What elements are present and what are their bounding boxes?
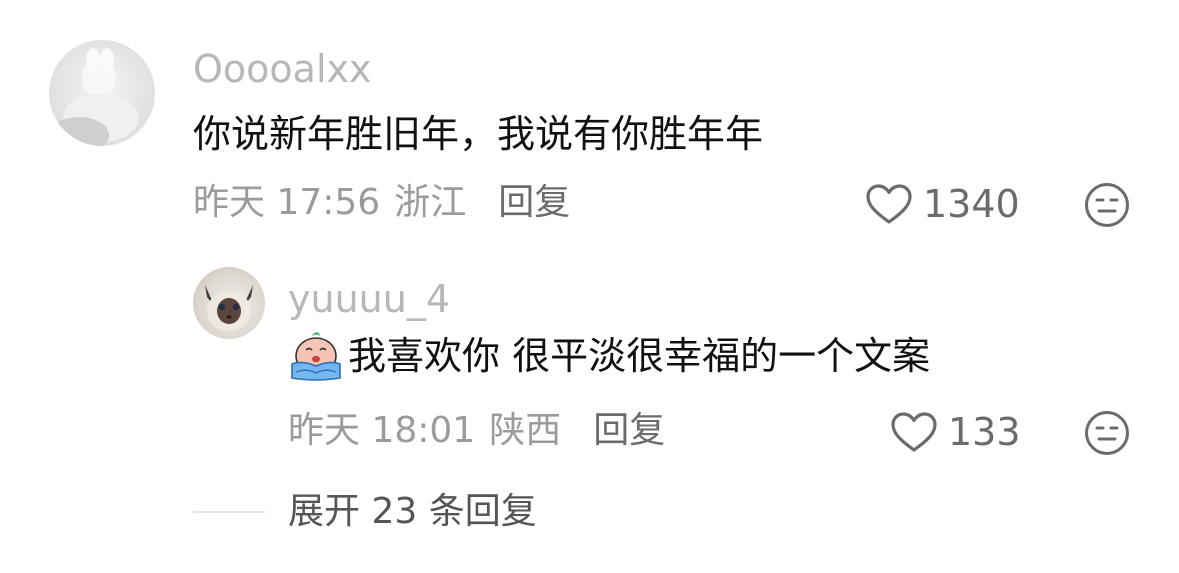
comment-meta: 昨天 17:56 浙江 回复 <box>193 185 570 221</box>
reply-like-button[interactable]: 133 <box>890 411 1021 453</box>
reply-avatar-image <box>205 285 253 331</box>
heart-outline-icon <box>891 412 937 452</box>
like-button[interactable]: 1340 <box>865 183 1020 225</box>
react-button[interactable] <box>1083 181 1131 233</box>
reply-react-button[interactable] <box>1083 409 1131 461</box>
crying-emoji-icon <box>291 332 341 381</box>
avatar-image <box>49 48 139 146</box>
reply-time: 昨天 18:01 <box>288 410 476 451</box>
reply-like-count: 133 <box>948 410 1021 454</box>
meh-face-icon <box>1085 411 1129 455</box>
meh-face-icon <box>1085 183 1129 227</box>
comment-location: 浙江 <box>394 182 467 223</box>
reply-username[interactable]: yuuuu_4 <box>288 280 450 318</box>
expand-divider <box>193 511 265 513</box>
comment-time: 昨天 17:56 <box>193 182 381 223</box>
reply-button[interactable]: 回复 <box>498 185 570 221</box>
reply-text: 我喜欢你 很平淡很幸福的一个文案 <box>348 334 931 378</box>
like-count: 1340 <box>923 182 1020 226</box>
reply-avatar[interactable] <box>193 267 265 339</box>
reply-meta: 昨天 18:01 陕西 回复 <box>288 413 665 449</box>
reply-content: 我喜欢你 很平淡很幸福的一个文案 <box>288 330 930 382</box>
heart-outline-icon <box>866 184 912 224</box>
comment-text: 你说新年胜旧年，我说有你胜年年 <box>193 112 764 156</box>
reply-location: 陕西 <box>489 410 562 451</box>
reply-reply-button[interactable]: 回复 <box>593 413 665 449</box>
comment-username[interactable]: Ooooalxx <box>193 50 371 88</box>
avatar[interactable] <box>49 40 155 146</box>
expand-replies-button[interactable]: 展开 23 条回复 <box>288 494 537 530</box>
